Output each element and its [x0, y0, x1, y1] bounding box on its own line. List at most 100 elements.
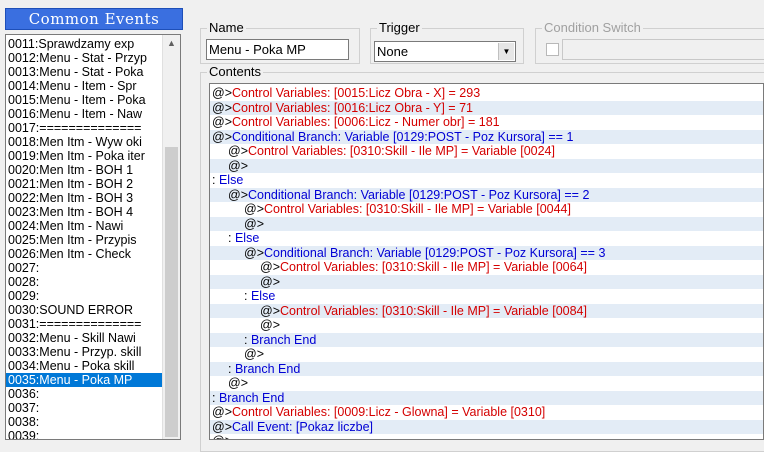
event-command-line[interactable]: @>Control Variables: [0016:Licz Obra - Y…: [210, 100, 763, 115]
command-text: Branch End: [218, 390, 285, 405]
common-events-header: Common Events: [0, 0, 184, 30]
trigger-label: Trigger: [377, 20, 422, 36]
event-command-line[interactable]: @>Call Event: [Pokaz liczbe]: [210, 419, 763, 434]
common-event-item[interactable]: 0024:Men Itm - Nawi: [6, 219, 164, 233]
common-event-item[interactable]: 0020:Men Itm - BOH 1: [6, 163, 164, 177]
common-event-item[interactable]: 0034:Menu - Poka skill: [6, 359, 164, 373]
event-command-line[interactable]: @>: [210, 434, 763, 439]
command-prefix: @>: [212, 129, 232, 144]
name-input[interactable]: Menu - Poka MP: [206, 39, 349, 60]
name-label: Name: [207, 20, 246, 36]
command-text: Call Event: [Pokaz liczbe]: [232, 419, 374, 434]
common-event-item[interactable]: 0015:Menu - Item - Poka: [6, 93, 164, 107]
command-prefix: @>: [228, 144, 248, 158]
common-event-item[interactable]: 0033:Menu - Przyp. skill: [6, 345, 164, 359]
command-text: Control Variables: [0006:Licz - Numer ob…: [232, 115, 500, 129]
command-text: Else: [218, 173, 244, 187]
event-command-line[interactable]: : Else: [210, 173, 763, 188]
event-command-line[interactable]: @>Control Variables: [0006:Licz - Numer …: [210, 115, 763, 130]
event-command-line[interactable]: @>Control Variables: [0310:Skill - Ile M…: [210, 144, 763, 159]
command-prefix: @>: [244, 202, 264, 216]
command-prefix: @>: [260, 260, 280, 274]
command-prefix: @>: [260, 303, 280, 318]
common-event-item[interactable]: 0030:SOUND ERROR: [6, 303, 164, 317]
event-command-line[interactable]: : Branch End: [210, 390, 763, 405]
command-prefix: @>: [212, 405, 232, 419]
command-text: Conditional Branch: Variable [0129:POST …: [232, 129, 574, 144]
event-commands-list[interactable]: @>Control Variables: [0015:Licz Obra - X…: [209, 83, 764, 440]
event-command-line[interactable]: @>: [210, 216, 763, 231]
command-prefix: @>: [212, 434, 232, 439]
common-event-item[interactable]: 0036:: [6, 387, 164, 401]
chevron-down-icon[interactable]: ▼: [498, 43, 514, 60]
event-command-line[interactable]: @>: [210, 376, 763, 391]
common-event-item[interactable]: 0014:Menu - Item - Spr: [6, 79, 164, 93]
common-event-item[interactable]: 0026:Men Itm - Check: [6, 247, 164, 261]
common-event-item[interactable]: 0011:Sprawdzamy exp: [6, 37, 164, 51]
event-command-line[interactable]: @>Control Variables: [0009:Licz - Glowna…: [210, 405, 763, 420]
event-command-line[interactable]: @>Control Variables: [0015:Licz Obra - X…: [210, 86, 763, 101]
trigger-value: None: [377, 44, 409, 59]
command-text: Conditional Branch: Variable [0129:POST …: [264, 245, 606, 260]
common-event-item[interactable]: 0038:: [6, 415, 164, 429]
event-command-line[interactable]: : Branch End: [210, 332, 763, 347]
common-event-item[interactable]: 0012:Menu - Stat - Przyp: [6, 51, 164, 65]
common-event-item[interactable]: 0013:Menu - Stat - Poka: [6, 65, 164, 79]
command-prefix: @>: [228, 158, 248, 173]
common-event-item[interactable]: 0018:Men Itm - Wyw oki: [6, 135, 164, 149]
command-text: Else: [250, 289, 276, 303]
event-command-line[interactable]: : Else: [210, 289, 763, 304]
command-prefix: @>: [228, 376, 248, 390]
events-scrollbar[interactable]: ▲: [162, 35, 180, 439]
common-event-item[interactable]: 0031:==============: [6, 317, 164, 331]
condition-switch-label: Condition Switch: [542, 20, 643, 36]
event-command-line[interactable]: @>Conditional Branch: Variable [0129:POS…: [210, 187, 763, 202]
scroll-thumb[interactable]: [165, 147, 178, 437]
event-command-line[interactable]: @>Control Variables: [0310:Skill - Ile M…: [210, 303, 763, 318]
common-event-item[interactable]: 0021:Men Itm - BOH 2: [6, 177, 164, 191]
event-command-line[interactable]: : Else: [210, 231, 763, 246]
contents-label: Contents: [207, 64, 264, 80]
condition-switch-field[interactable]: [562, 39, 764, 60]
common-event-item[interactable]: 0037:: [6, 401, 164, 415]
command-prefix: @>: [244, 216, 264, 231]
event-command-line[interactable]: @>Control Variables: [0310:Skill - Ile M…: [210, 202, 763, 217]
common-events-list[interactable]: 0011:Sprawdzamy exp 0012:Menu - Stat - Pr…: [5, 34, 181, 440]
command-prefix: @>: [260, 318, 280, 332]
common-event-item[interactable]: 0022:Men Itm - BOH 3: [6, 191, 164, 205]
common-event-item[interactable]: 0025:Men Itm - Przypis: [6, 233, 164, 247]
command-text: Control Variables: [0310:Skill - Ile MP]…: [264, 202, 571, 216]
trigger-group: Trigger None ▼: [370, 20, 524, 64]
command-text: Control Variables: [0310:Skill - Ile MP]…: [280, 303, 587, 318]
common-event-item[interactable]: 0019:Men Itm - Poka iter: [6, 149, 164, 163]
common-event-item[interactable]: 0029:: [6, 289, 164, 303]
name-group: Name Menu - Poka MP: [200, 20, 360, 64]
command-text: Control Variables: [0009:Licz - Glowna] …: [232, 405, 546, 419]
common-event-item[interactable]: 0028:: [6, 275, 164, 289]
event-command-line[interactable]: : Branch End: [210, 361, 763, 376]
event-command-line[interactable]: @>Conditional Branch: Variable [0129:POS…: [210, 129, 763, 144]
event-command-line[interactable]: @>: [210, 274, 763, 289]
event-command-line[interactable]: @>: [210, 158, 763, 173]
command-text: Branch End: [250, 332, 317, 347]
command-prefix: :: [228, 361, 235, 376]
common-event-item[interactable]: 0016:Menu - Item - Naw: [6, 107, 164, 121]
event-command-line[interactable]: @>: [210, 347, 763, 362]
common-event-item[interactable]: 0032:Menu - Skill Nawi: [6, 331, 164, 345]
event-command-line[interactable]: @>: [210, 318, 763, 333]
scroll-up-icon[interactable]: ▲: [165, 37, 178, 50]
common-event-item[interactable]: 0023:Men Itm - BOH 4: [6, 205, 164, 219]
condition-switch-checkbox[interactable]: [546, 43, 559, 56]
event-command-line[interactable]: @>Conditional Branch: Variable [0129:POS…: [210, 245, 763, 260]
command-text: Branch End: [234, 361, 301, 376]
command-prefix: :: [244, 289, 251, 303]
common-event-item[interactable]: 0027:: [6, 261, 164, 275]
common-event-item[interactable]: 0017:==============: [6, 121, 164, 135]
common-event-item[interactable]: 0035:Menu - Poka MP: [6, 373, 164, 387]
event-command-line[interactable]: @>Control Variables: [0310:Skill - Ile M…: [210, 260, 763, 275]
command-text: Control Variables: [0310:Skill - Ile MP]…: [280, 260, 587, 274]
command-prefix: :: [228, 231, 235, 245]
command-prefix: :: [212, 390, 219, 405]
common-event-item[interactable]: 0039:: [6, 429, 164, 439]
trigger-select[interactable]: None ▼: [374, 41, 516, 62]
